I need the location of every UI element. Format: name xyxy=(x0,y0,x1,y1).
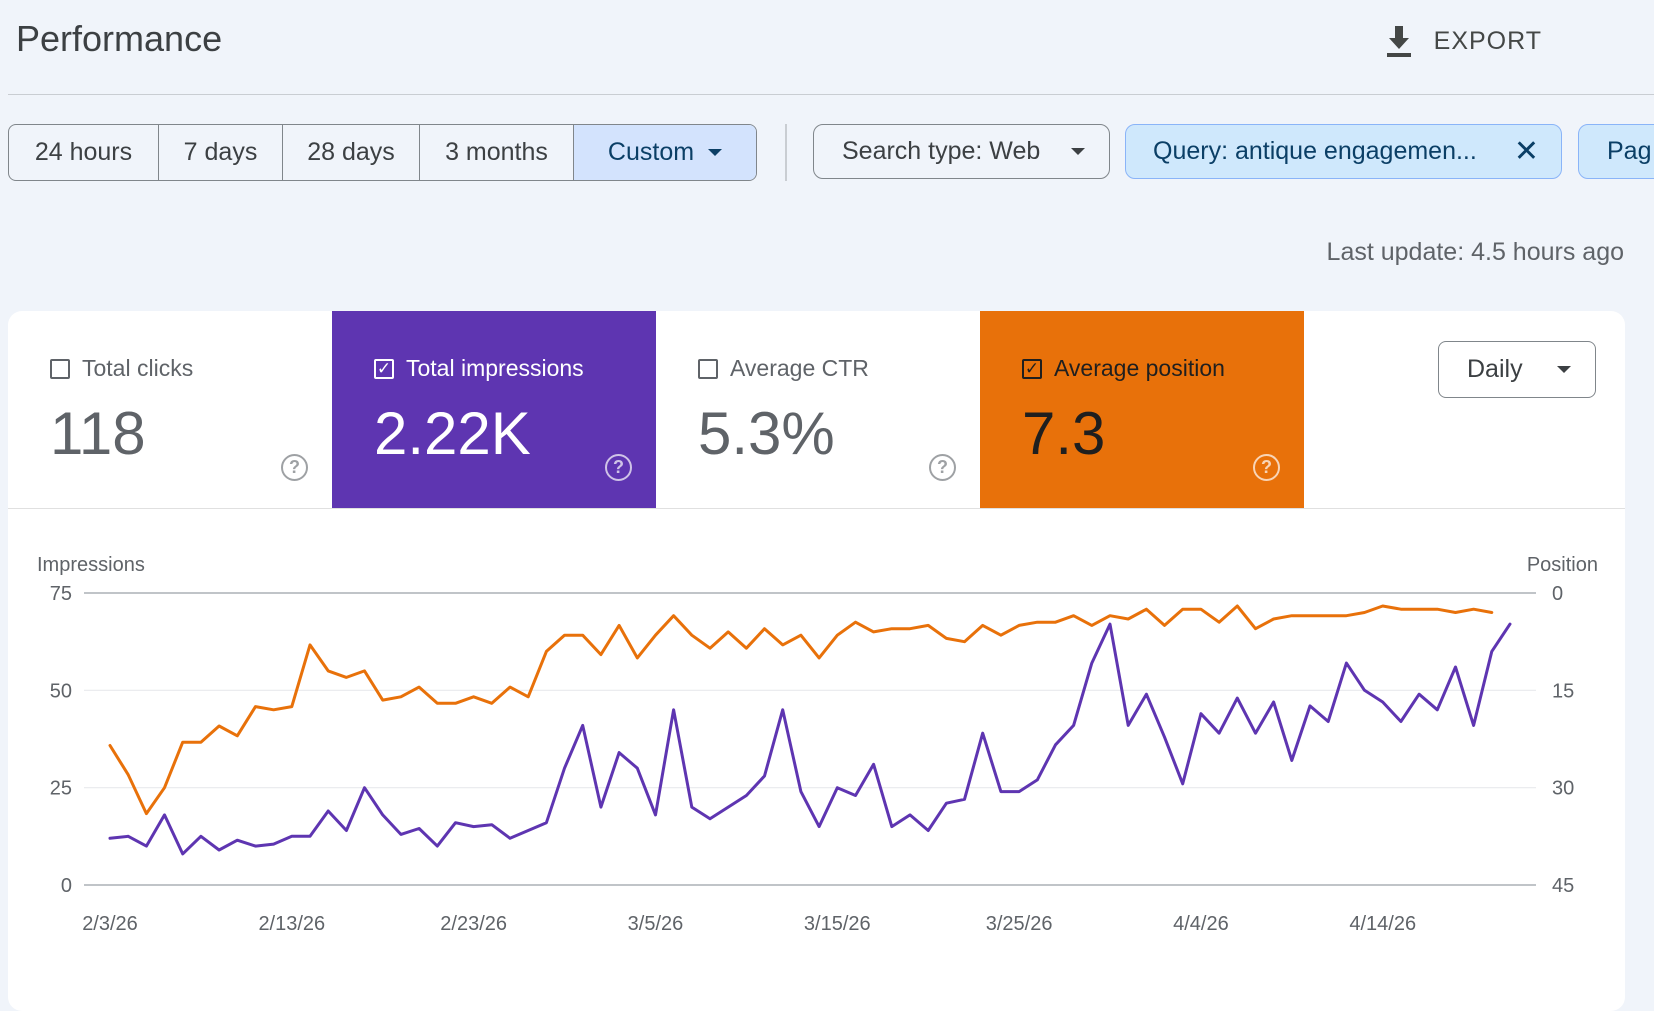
y-right-tick-label: 15 xyxy=(1552,680,1574,702)
x-tick-label: 3/25/26 xyxy=(986,913,1053,935)
query-filter-chip[interactable]: Query: antique engagemen... ✕ xyxy=(1125,124,1562,179)
close-icon[interactable]: ✕ xyxy=(1514,136,1539,167)
performance-chart: Impressions Position 75 0 50 15 25 30 0 45 2/3/26 2… xyxy=(37,554,1598,935)
y-left-tick-label: 75 xyxy=(50,583,72,605)
chevron-down-icon xyxy=(708,149,723,156)
export-label: EXPORT xyxy=(1433,26,1542,55)
x-tick-label: 2/3/26 xyxy=(82,913,138,935)
range-28-days-button[interactable]: 28 days xyxy=(283,125,420,180)
search-type-label: Search type: Web xyxy=(842,137,1041,165)
performance-card: Total clicks 118 ? ✓ Total impressions 2… xyxy=(8,311,1625,1011)
y-right-tick-label: 30 xyxy=(1552,778,1574,800)
x-tick-label: 3/15/26 xyxy=(804,913,871,935)
last-update-text: Last update: 4.5 hours ago xyxy=(1326,238,1624,266)
x-tick-label: 2/23/26 xyxy=(440,913,507,935)
range-custom-label: Custom xyxy=(607,138,695,166)
header-divider xyxy=(8,94,1654,95)
page-title: Performance xyxy=(16,18,223,59)
x-tick-label: 3/5/26 xyxy=(628,913,684,935)
y-left-tick-label: 25 xyxy=(50,778,72,800)
y-right-tick-label: 45 xyxy=(1552,875,1574,897)
chevron-down-icon xyxy=(1071,148,1085,155)
range-24-hours-button[interactable]: 24 hours xyxy=(9,125,159,180)
search-type-filter[interactable]: Search type: Web xyxy=(813,124,1110,179)
filter-divider xyxy=(785,124,787,181)
x-tick-label: 2/13/26 xyxy=(258,913,325,935)
query-filter-label: Query: antique engagemen... xyxy=(1153,137,1477,165)
position-series-line xyxy=(108,604,1494,816)
y-left-tick-label: 0 xyxy=(61,875,72,897)
y-axis-left-label: Impressions xyxy=(37,554,145,576)
page-filter-label: Pag xyxy=(1607,137,1652,165)
x-tick-label: 4/14/26 xyxy=(1349,913,1416,935)
export-button[interactable]: EXPORT xyxy=(1384,20,1542,62)
page-filter-chip[interactable]: Pag xyxy=(1578,124,1654,179)
range-3-months-button[interactable]: 3 months xyxy=(420,125,574,180)
y-left-tick-label: 50 xyxy=(50,680,72,702)
y-axis-right-label: Position xyxy=(1527,554,1598,576)
y-right-tick-label: 0 xyxy=(1552,583,1563,605)
x-tick-label: 4/4/26 xyxy=(1173,913,1229,935)
range-custom-button[interactable]: Custom xyxy=(574,125,756,180)
download-icon xyxy=(1386,26,1411,57)
date-range-selector: 24 hours 7 days 28 days 3 months Custom xyxy=(8,124,757,181)
range-7-days-button[interactable]: 7 days xyxy=(159,125,283,180)
